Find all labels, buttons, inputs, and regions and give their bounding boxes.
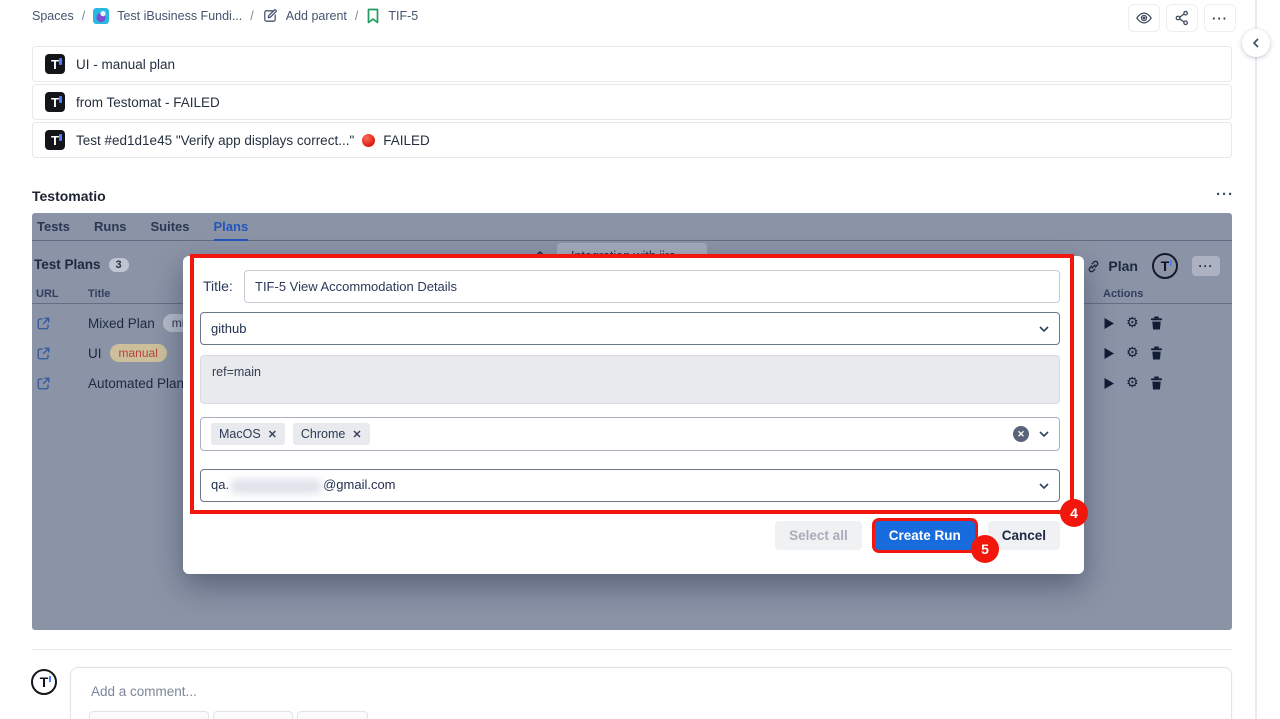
linked-card-title: from Testomat - FAILED [76,95,220,110]
env-tag: Chrome ✕ [293,423,370,445]
annotation-step-4: 4 [1060,499,1088,527]
assignee-select[interactable]: qa.@gmail.com [200,469,1060,502]
provider-select[interactable]: github [200,312,1060,345]
create-run-dialog: Title: github ref=main MacOS ✕ Chrome ✕ … [183,256,1084,574]
section-divider [32,649,1232,650]
chevron-down-icon [1039,431,1049,437]
chevron-down-icon [1039,483,1049,489]
tab-runs[interactable]: Runs [94,213,127,241]
breadcrumb-add-parent[interactable]: Add parent [286,9,347,23]
annotation-step-5: 5 [971,535,999,563]
comment-box[interactable]: Add a comment... [70,667,1232,719]
tab-tests[interactable]: Tests [37,213,70,241]
testomat-logo-icon: T [45,92,65,112]
edit-icon [262,8,278,24]
linked-card[interactable]: T Test #ed1d1e45 "Verify app displays co… [32,122,1232,158]
chevron-down-icon [1039,326,1049,332]
comment-suggestion-chip[interactable] [89,711,209,719]
delete-plan-icon[interactable] [1150,346,1163,360]
more-actions-button[interactable]: ··· [1204,4,1236,32]
link-icon [1086,259,1101,274]
breadcrumb-space-name[interactable]: Test iBusiness Fundi... [117,9,242,23]
plan-settings-icon[interactable]: ⚙ [1126,316,1139,330]
environment-multiselect[interactable]: MacOS ✕ Chrome ✕ ✕ [200,417,1060,451]
select-all-button[interactable]: Select all [775,521,862,550]
failed-status-icon [362,134,375,147]
env-tag-label: Chrome [301,427,345,441]
plan-settings-icon[interactable]: ⚙ [1126,346,1139,360]
test-plans-heading: Test Plans 3 [34,257,129,272]
widget-tabs: Tests Runs Suites Plans [32,213,1232,241]
eye-icon [1135,9,1153,27]
widget-more-button[interactable]: ··· [1216,186,1234,203]
linked-card[interactable]: T UI - manual plan [32,46,1232,82]
testomat-logo-icon: T [45,54,65,74]
plan-title: Automated Plan [88,376,184,391]
plan-link-button[interactable]: Plan [1086,258,1138,274]
plan-title: UI [88,346,102,361]
breadcrumb: Spaces / Test iBusiness Fundi... / Add p… [32,0,418,32]
assignee-email: qa.@gmail.com [211,477,396,493]
column-header-title: Title [88,288,110,300]
ref-textarea[interactable]: ref=main [200,355,1060,404]
external-link-icon[interactable] [36,346,51,361]
redacted-email-segment [230,479,322,494]
env-tag-label: MacOS [219,427,261,441]
page: Spaces / Test iBusiness Fundi... / Add p… [0,0,1280,719]
space-avatar-icon [93,8,109,24]
testomat-circle-logo[interactable]: T [1152,253,1178,279]
plan-button-label: Plan [1108,258,1138,274]
comment-placeholder: Add a comment... [91,684,197,699]
run-plan-icon[interactable] [1103,317,1115,330]
column-header-actions: Actions [1103,288,1143,300]
remove-tag-icon[interactable]: ✕ [268,428,277,441]
run-plan-icon[interactable] [1103,347,1115,360]
chevron-left-icon [1250,37,1262,49]
test-plans-label: Test Plans [34,257,101,272]
plan-title: Mixed Plan [88,316,155,331]
external-link-icon[interactable] [36,376,51,391]
plans-toolbar: Plan T ··· [1086,253,1220,279]
linked-card-status: FAILED [383,133,430,148]
linked-card-title: Test #ed1d1e45 "Verify app displays corr… [76,133,354,148]
create-run-button[interactable]: Create Run [875,521,975,550]
breadcrumb-spaces[interactable]: Spaces [32,9,74,23]
plans-more-button[interactable]: ··· [1192,256,1220,276]
tab-plans[interactable]: Plans [214,213,249,241]
run-plan-icon[interactable] [1103,377,1115,390]
delete-plan-icon[interactable] [1150,316,1163,330]
collapse-panel-button[interactable] [1242,29,1270,57]
plan-badge: manual [110,344,167,362]
share-button[interactable] [1166,4,1198,32]
column-header-url: URL [36,288,59,300]
test-plans-count-badge: 3 [109,258,129,272]
env-tag: MacOS ✕ [211,423,285,445]
clear-all-icon[interactable]: ✕ [1013,426,1029,442]
watch-button[interactable] [1128,4,1160,32]
panel-divider [1255,0,1257,719]
breadcrumb-separator: / [355,9,358,23]
delete-plan-icon[interactable] [1150,376,1163,390]
provider-selected-value: github [211,321,246,336]
external-link-icon[interactable] [36,316,51,331]
testomat-logo-icon: T [45,130,65,150]
breadcrumb-separator: / [82,9,85,23]
bookmark-icon [366,8,380,24]
remove-tag-icon[interactable]: ✕ [352,428,361,441]
linked-card-title: UI - manual plan [76,57,175,72]
breadcrumb-page[interactable]: TIF-5 [388,9,418,23]
user-avatar: T [31,669,57,695]
comment-suggestion-chip[interactable] [213,711,293,719]
plan-settings-icon[interactable]: ⚙ [1126,376,1139,390]
share-icon [1174,10,1190,26]
title-field-label: Title: [203,270,233,303]
run-title-input[interactable] [244,270,1060,303]
linked-card[interactable]: T from Testomat - FAILED [32,84,1232,120]
tab-suites[interactable]: Suites [151,213,190,241]
widget-title: Testomatio [32,188,106,204]
breadcrumb-separator: / [250,9,253,23]
dialog-buttons: Select all Create Run Cancel [775,521,1060,550]
comment-suggestion-chip[interactable] [297,711,368,719]
